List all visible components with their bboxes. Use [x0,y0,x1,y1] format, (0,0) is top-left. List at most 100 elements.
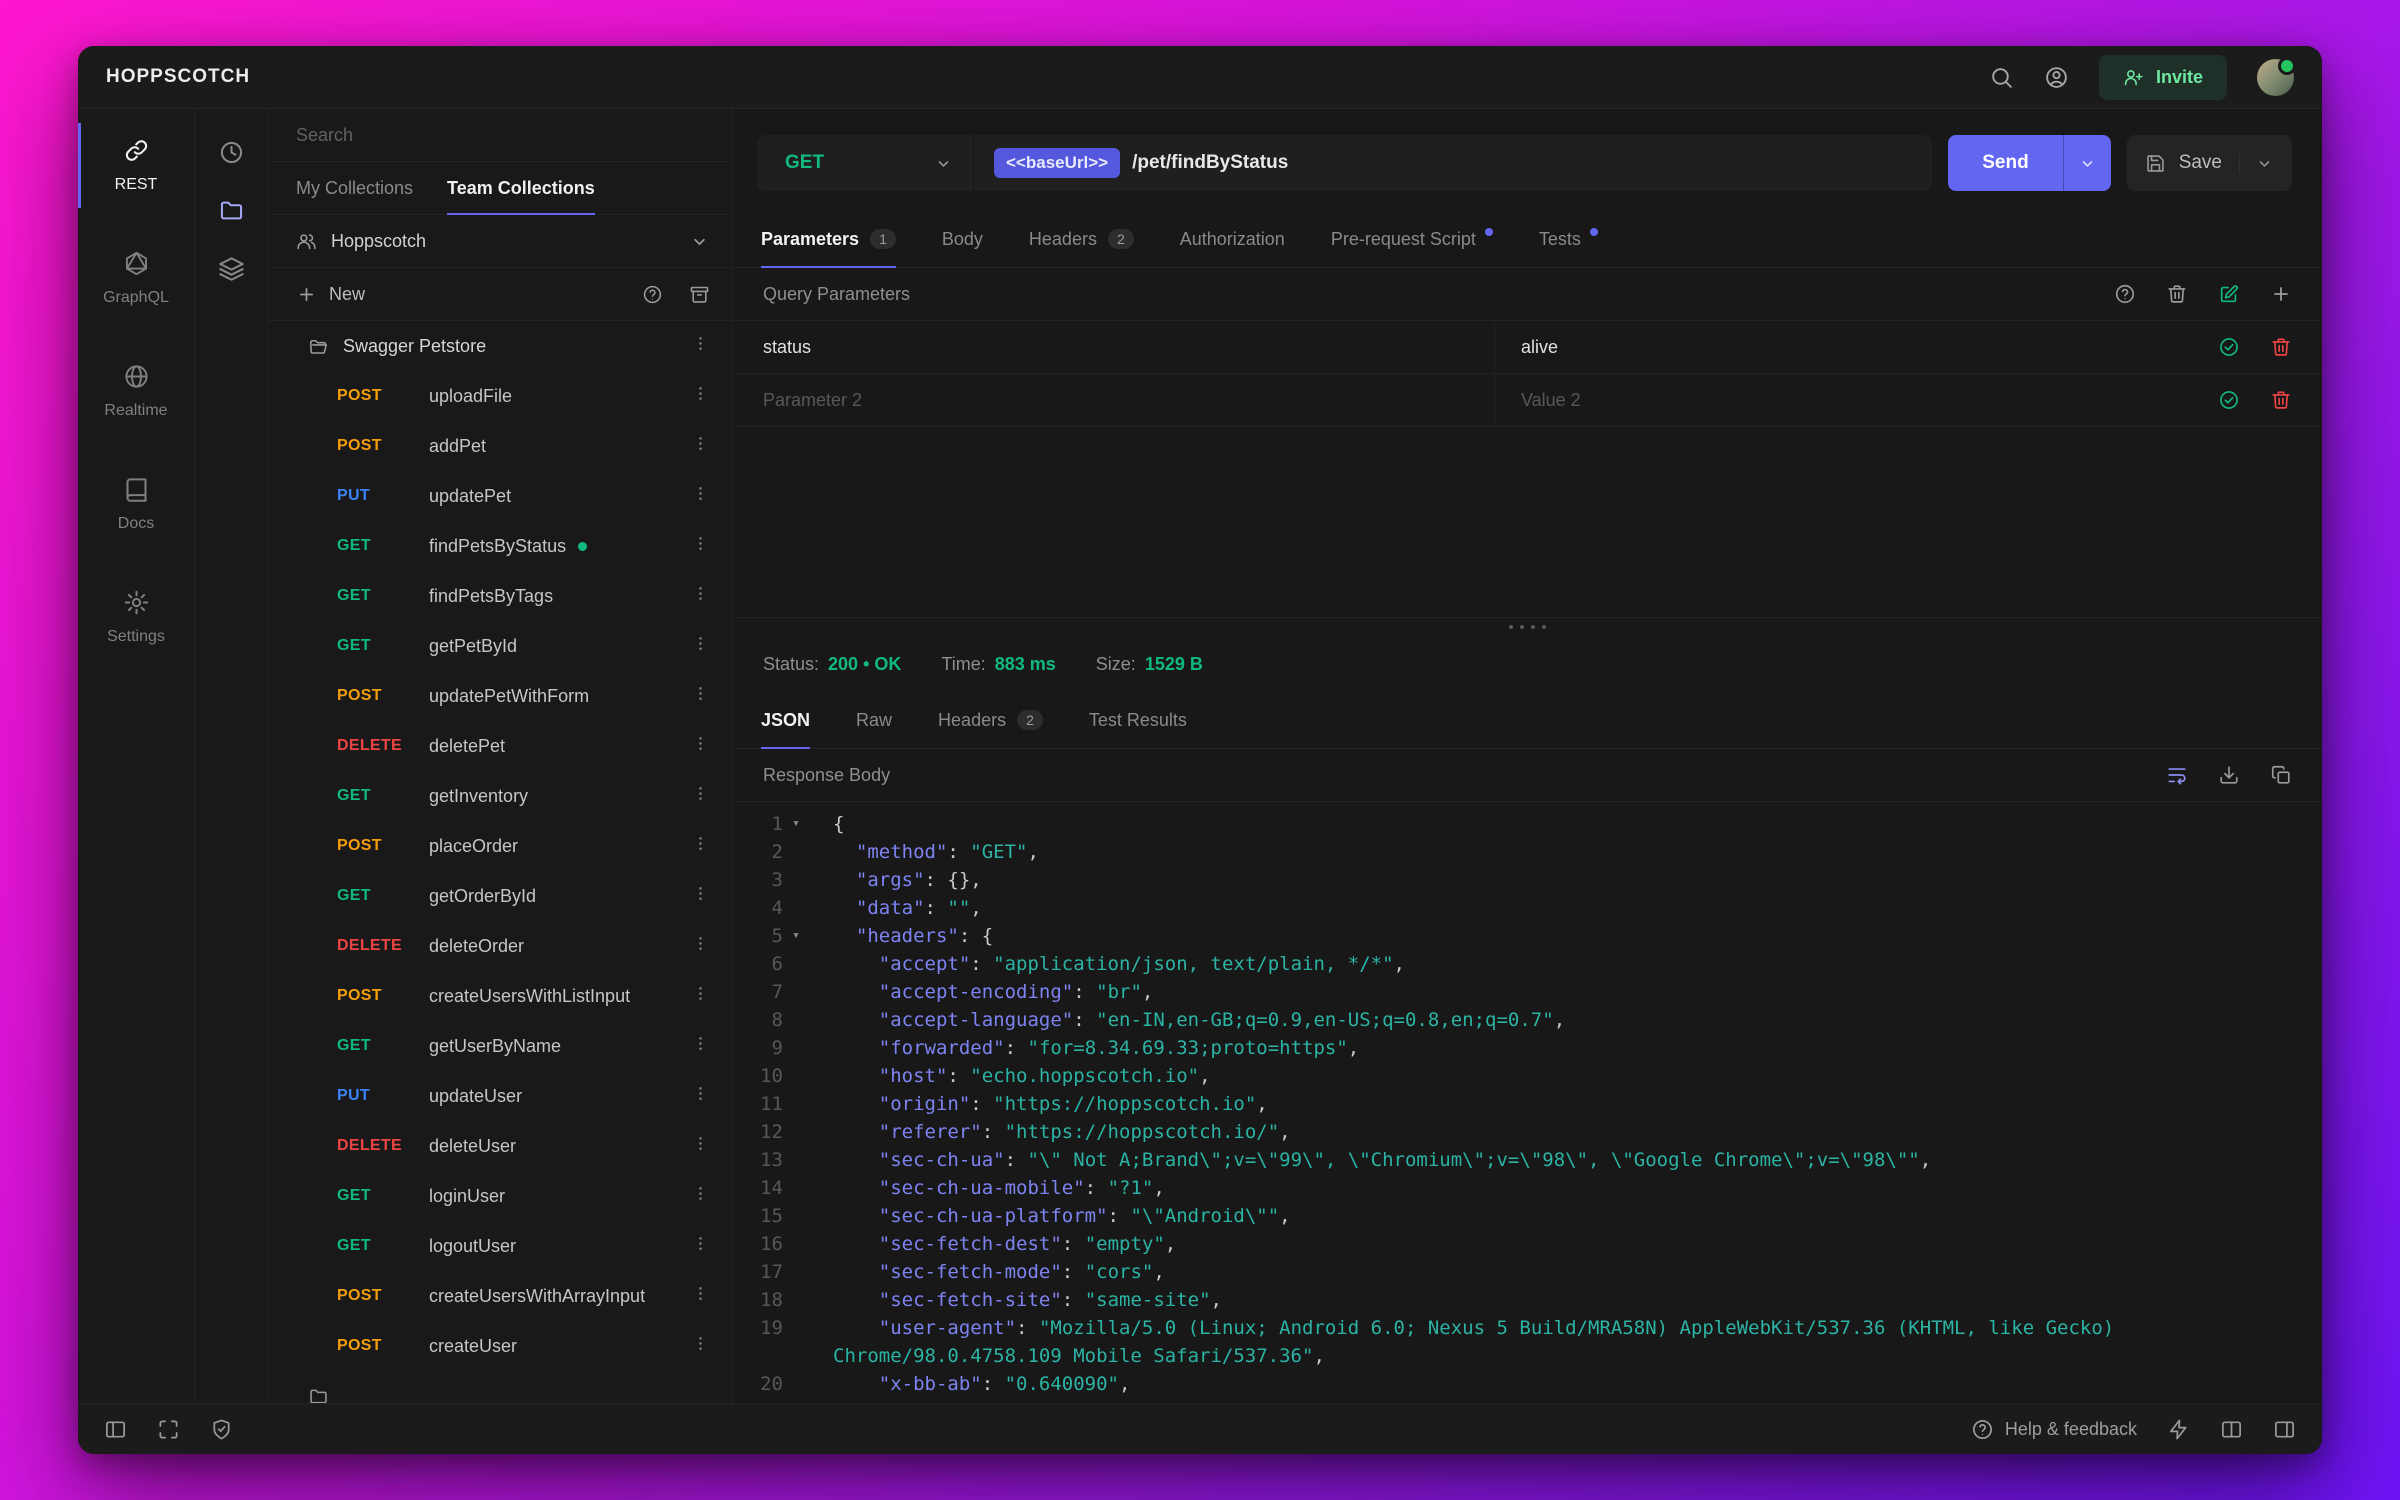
history-tab[interactable] [195,123,267,181]
bulk-edit-icon[interactable] [2218,283,2240,305]
request-item[interactable]: GET findPetsByTags [268,571,732,621]
request-item[interactable]: POST addPet [268,421,732,471]
request-item[interactable]: GET findPetsByStatus [268,521,732,571]
more-options-icon[interactable] [691,434,710,453]
response-tab-json[interactable]: JSON [761,692,811,749]
more-options[interactable] [691,884,710,908]
response-body-code[interactable]: 1 ▾{2 "method": "GET", 3 "args": {}, 4 "dat… [733,802,2322,1403]
more-options[interactable] [691,484,710,508]
nav-item-realtime[interactable]: Realtime [78,335,194,448]
collections-tab-team-collections[interactable]: Team Collections [447,162,595,215]
search-icon[interactable] [1989,65,2014,90]
nav-item-settings[interactable]: Settings [78,561,194,674]
panel-left-icon[interactable] [104,1418,127,1441]
collections-tab[interactable] [195,181,267,239]
nav-item-docs[interactable]: Docs [78,448,194,561]
request-item[interactable]: POST createUsersWithListInput [268,971,732,1021]
import-export-icon[interactable] [689,284,710,305]
help-feedback-button[interactable]: Help & feedback [1971,1418,2137,1441]
delete-param-icon[interactable] [2270,389,2292,411]
request-item[interactable]: GET loginUser [268,1171,732,1221]
more-options-icon[interactable] [691,534,710,553]
more-options[interactable] [691,384,710,408]
nav-item-rest[interactable]: REST [78,109,194,222]
more-options-icon[interactable] [691,884,710,903]
more-options-icon[interactable] [691,784,710,803]
request-item[interactable]: DELETE deleteOrder [268,921,732,971]
request-item[interactable]: POST uploadFile [268,371,732,421]
request-item[interactable]: DELETE deleteUser [268,1121,732,1171]
response-tab-headers[interactable]: Headers 2 [938,692,1043,748]
more-options-icon[interactable] [691,684,710,703]
toggle-param-icon[interactable] [2218,336,2240,358]
copy-icon[interactable] [2270,764,2292,786]
more-options[interactable] [691,834,710,858]
user-circle-icon[interactable] [2044,65,2069,90]
clear-all-icon[interactable] [2166,283,2188,305]
request-item[interactable]: GET getPetById [268,621,732,671]
param-value-input[interactable]: alive [1495,321,2188,373]
maximize-icon[interactable] [157,1418,180,1441]
request-item[interactable]: POST createUsersWithArrayInput [268,1271,732,1321]
more-options[interactable] [691,784,710,808]
help-icon[interactable] [642,284,663,305]
more-options[interactable] [691,434,710,458]
tab-authorization[interactable]: Authorization [1180,211,1285,267]
response-tab-raw[interactable]: Raw [856,692,892,748]
request-item[interactable]: DELETE deletePet [268,721,732,771]
collections-tab-my-collections[interactable]: My Collections [296,162,413,214]
send-options-button[interactable] [2062,135,2111,191]
wrap-lines-icon[interactable] [2166,764,2188,786]
more-options-icon[interactable] [691,984,710,1003]
response-tab-test-results[interactable]: Test Results [1089,692,1187,748]
more-options[interactable] [691,1134,710,1158]
request-item[interactable]: GET getInventory [268,771,732,821]
more-options[interactable] [691,734,710,758]
shield-check-icon[interactable] [210,1418,233,1441]
method-select[interactable]: GET [757,135,974,191]
tab-pre-request-script[interactable]: Pre-request Script [1331,211,1493,267]
invite-button[interactable]: Invite [2098,54,2227,100]
more-options-icon[interactable] [691,334,710,353]
more-options-icon[interactable] [691,1334,710,1353]
request-item[interactable]: POST placeOrder [268,821,732,871]
delete-param-icon[interactable] [2270,336,2292,358]
more-options[interactable] [691,684,710,708]
chevron-down-icon[interactable] [2255,154,2274,173]
send-button[interactable]: Send [1948,135,2063,191]
columns-layout-icon[interactable] [2220,1418,2243,1441]
shortcuts-icon[interactable] [2167,1418,2190,1441]
more-options[interactable] [691,1034,710,1058]
url-input[interactable]: <<baseUrl>> /pet/findByStatus [974,148,1932,178]
collection-folder[interactable]: Swagger Petstore [268,321,732,371]
tab-headers[interactable]: Headers 2 [1029,211,1134,267]
more-options-icon[interactable] [691,1084,710,1103]
more-options[interactable] [691,934,710,958]
toggle-param-icon[interactable] [2218,389,2240,411]
request-item[interactable]: PUT updateUser [268,1071,732,1121]
request-item[interactable]: POST createUser [268,1321,732,1371]
panel-right-icon[interactable] [2273,1418,2296,1441]
request-item[interactable]: GET getOrderById [268,871,732,921]
collection-tree[interactable]: Swagger Petstore POST uploadFile POST addPe… [268,321,732,1403]
more-options-icon[interactable] [691,1184,710,1203]
request-item[interactable]: POST updatePetWithForm [268,671,732,721]
more-options-icon[interactable] [691,1034,710,1053]
more-options[interactable] [691,1184,710,1208]
tab-tests[interactable]: Tests [1539,211,1598,267]
avatar[interactable] [2257,56,2296,96]
more-options-icon[interactable] [691,834,710,853]
save-button[interactable]: Save [2126,135,2292,191]
more-options-icon[interactable] [691,1234,710,1253]
more-options[interactable] [691,534,710,558]
base-url-chip[interactable]: <<baseUrl>> [994,148,1121,178]
more-options[interactable] [691,1084,710,1108]
more-options[interactable] [691,984,710,1008]
search-input[interactable] [268,124,732,146]
request-item[interactable]: PUT updatePet [268,471,732,521]
environments-tab[interactable] [195,239,267,297]
nav-item-graphql[interactable]: GraphQL [78,222,194,335]
request-item[interactable]: GET getUserByName [268,1021,732,1071]
tab-parameters[interactable]: Parameters 1 [761,211,896,268]
param-key-input[interactable]: Parameter 2 [733,374,1495,426]
